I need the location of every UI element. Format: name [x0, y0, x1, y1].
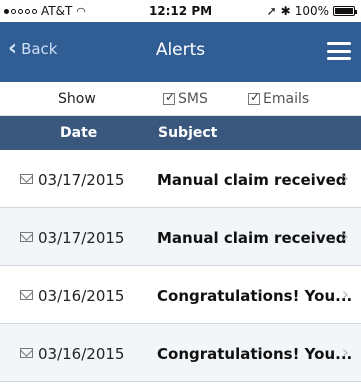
checkbox-checked-icon: [248, 90, 260, 105]
battery-percent: 100%: [294, 4, 329, 18]
nav-bar: ‹ Back Alerts: [0, 22, 361, 82]
emails-checkbox[interactable]: Emails: [248, 90, 310, 107]
alert-subject: Congratulations! You...: [157, 345, 353, 363]
status-right: ➚ ✱ 100%: [266, 4, 357, 18]
envelope-icon: [20, 290, 33, 300]
page-title: Alerts: [155, 40, 206, 60]
chevron-right-icon: ›: [341, 284, 349, 305]
alerts-list: 03/17/2015 Manual claim received › 03/17…: [0, 150, 361, 382]
alert-date: 03/16/2015: [38, 345, 125, 363]
envelope-icon: [20, 174, 33, 184]
filter-bar: Show SMS Emails: [0, 82, 361, 116]
subject-column-header: Subject: [158, 125, 218, 141]
battery-icon: [333, 6, 357, 16]
chevron-right-icon: ›: [341, 226, 349, 247]
sms-checkbox[interactable]: SMS: [163, 90, 208, 107]
show-label: Show: [58, 91, 96, 107]
alert-row[interactable]: 03/17/2015 Manual claim received ›: [0, 150, 361, 208]
checkbox-checked-icon: [163, 90, 175, 105]
status-bar: AT&T ◠ 12:12 PM ➚ ✱ 100%: [0, 0, 361, 22]
chevron-right-icon: ›: [341, 168, 349, 189]
alert-date: 03/17/2015: [38, 171, 125, 189]
menu-icon[interactable]: [327, 42, 351, 60]
chevron-right-icon: ›: [341, 342, 349, 363]
alert-subject: Manual claim received: [157, 171, 347, 189]
bluetooth-icon: ✱: [280, 4, 291, 18]
alert-row[interactable]: 03/16/2015 Congratulations! You... ›: [0, 266, 361, 324]
envelope-open-icon: [20, 232, 33, 242]
alert-row[interactable]: 03/16/2015 Congratulations! You... ›: [0, 324, 361, 382]
alert-row[interactable]: 03/17/2015 Manual claim received ›: [0, 208, 361, 266]
alert-date: 03/16/2015: [38, 287, 125, 305]
emails-label: Emails: [263, 91, 310, 107]
date-column-header: Date: [60, 125, 98, 141]
table-header: Date Subject: [0, 116, 361, 150]
alert-subject: Manual claim received: [157, 229, 347, 247]
sms-label: SMS: [178, 91, 208, 107]
envelope-icon: [20, 348, 33, 358]
location-icon: ➚: [266, 4, 277, 18]
alert-subject: Congratulations! You...: [157, 287, 353, 305]
alert-date: 03/17/2015: [38, 229, 125, 247]
